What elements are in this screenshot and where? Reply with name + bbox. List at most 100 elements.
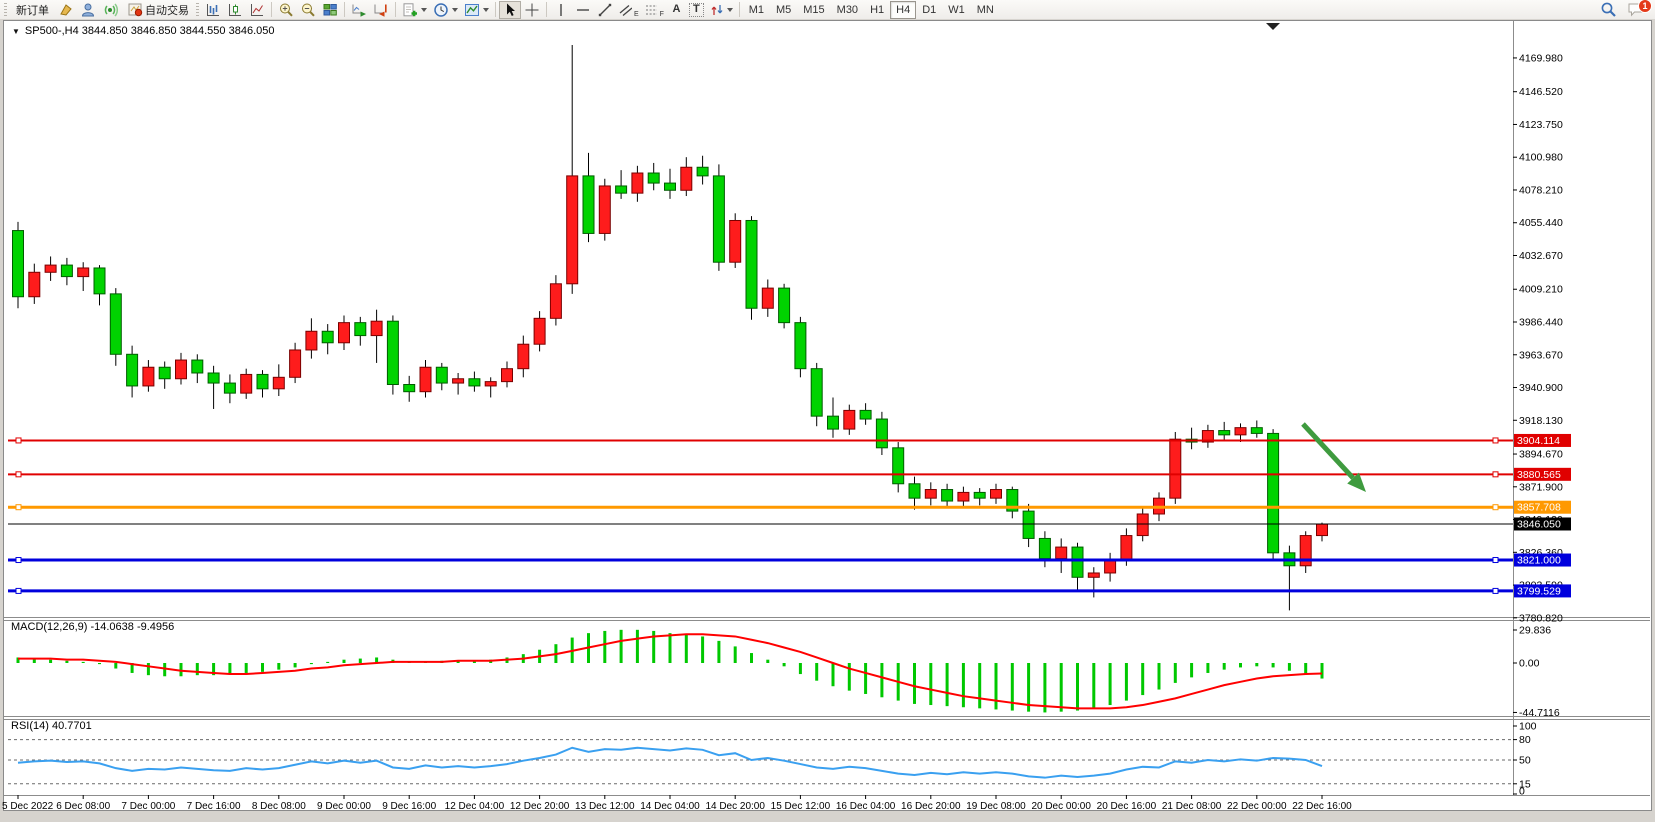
macd-indicator-label: MACD(12,26,9) -14.0638 -9.4956 <box>11 621 174 633</box>
timeframe-button-H1[interactable]: H1 <box>864 1 890 19</box>
search-button[interactable] <box>1597 1 1620 19</box>
chart-canvas[interactable]: 4169.9804146.5204123.7504100.9804078.210… <box>0 0 1655 822</box>
crosshair-tool-button[interactable] <box>521 1 543 19</box>
svg-text:14 Dec 04:00: 14 Dec 04:00 <box>640 801 700 812</box>
chevron-down-icon <box>421 8 427 12</box>
macd-pane: 29.8360.00-44.7116 <box>17 625 1560 719</box>
text-tool[interactable]: A <box>667 1 686 19</box>
horizontal-lines-layer <box>8 438 1513 593</box>
svg-text:4009.210: 4009.210 <box>1519 284 1563 296</box>
zoom-in-icon[interactable] <box>275 1 297 19</box>
bar-chart-icon[interactable] <box>202 1 224 19</box>
timeframe-button-H4[interactable]: H4 <box>890 1 916 19</box>
horizontal-line-tool[interactable] <box>572 1 594 19</box>
channel-icon <box>619 2 632 18</box>
line-chart-icon[interactable] <box>246 1 268 19</box>
chevron-down-icon <box>727 8 733 12</box>
svg-text:3880.565: 3880.565 <box>1517 469 1561 481</box>
cursor-tool-button[interactable] <box>499 1 521 19</box>
toolbar-grip <box>4 3 7 17</box>
chevron-down-icon <box>452 8 458 12</box>
svg-text:7 Dec 00:00: 7 Dec 00:00 <box>121 801 175 812</box>
line-handle[interactable] <box>16 505 21 510</box>
line-handle[interactable] <box>16 438 21 443</box>
svg-text:6 Dec 08:00: 6 Dec 08:00 <box>56 801 110 812</box>
broadcast-icon[interactable] <box>99 1 121 19</box>
svg-text:3846.050: 3846.050 <box>1517 518 1561 530</box>
svg-text:4100.980: 4100.980 <box>1519 152 1563 164</box>
fibonacci-tool[interactable]: F <box>642 1 667 19</box>
collapse-arrow-icon: ▼ <box>12 27 20 36</box>
vertical-line-tool[interactable] <box>550 1 572 19</box>
line-handle[interactable] <box>1493 558 1498 563</box>
svg-text:4146.520: 4146.520 <box>1519 86 1563 98</box>
headset-user-icon[interactable] <box>77 1 99 19</box>
auto-scroll-icon[interactable] <box>348 1 370 19</box>
line-handle[interactable] <box>16 472 21 477</box>
toolbar-grip <box>196 3 199 17</box>
svg-text:19 Dec 08:00: 19 Dec 08:00 <box>966 801 1026 812</box>
line-handle[interactable] <box>1493 588 1498 593</box>
candlestick-chart-icon[interactable] <box>224 1 246 19</box>
new-chart-button[interactable] <box>399 1 430 19</box>
svg-text:50: 50 <box>1519 755 1531 767</box>
toolbar-separator <box>739 2 740 17</box>
chart-shift-icon[interactable] <box>370 1 392 19</box>
chat-button[interactable]: 1 <box>1624 1 1648 19</box>
channel-tool[interactable]: E <box>616 1 642 19</box>
timeframe-button-MN[interactable]: MN <box>971 1 1000 19</box>
svg-text:3871.900: 3871.900 <box>1519 481 1563 493</box>
svg-text:5 Dec 2022: 5 Dec 2022 <box>2 801 54 812</box>
label-tool[interactable]: T <box>686 1 707 19</box>
cursor-icon <box>502 2 518 18</box>
crosshair-icon <box>524 2 540 18</box>
svg-text:4169.980: 4169.980 <box>1519 52 1563 64</box>
timeframe-toolbar: M1M5M15M30H1H4D1W1MN <box>743 1 1000 19</box>
channel-glyph: E <box>634 11 639 18</box>
timeframe-button-W1[interactable]: W1 <box>942 1 971 19</box>
auto-trading-button[interactable]: 自动交易 <box>121 1 195 19</box>
timeframe-button-M5[interactable]: M5 <box>770 1 797 19</box>
arrows-tool[interactable] <box>707 1 736 19</box>
line-handle[interactable] <box>16 588 21 593</box>
chevron-down-icon <box>483 8 489 12</box>
time-axis: 5 Dec 20226 Dec 08:00 7 Dec 00:00 7 Dec 16… <box>2 795 1352 812</box>
svg-text:20 Dec 16:00: 20 Dec 16:00 <box>1097 801 1157 812</box>
rsi-indicator-label: RSI(14) 40.7701 <box>11 720 92 732</box>
svg-text:0: 0 <box>1519 786 1525 798</box>
line-handle[interactable] <box>16 558 21 563</box>
template-button[interactable] <box>461 1 492 19</box>
timeframe-button-M1[interactable]: M1 <box>743 1 770 19</box>
line-handle[interactable] <box>1493 505 1498 510</box>
toolbar-separator <box>495 2 496 17</box>
svg-text:3904.114: 3904.114 <box>1517 435 1560 447</box>
svg-text:3799.529: 3799.529 <box>1517 585 1561 597</box>
chart-title: ▼ SP500-,H4 3844.850 3846.850 3844.550 3… <box>12 25 274 37</box>
svg-text:20 Dec 00:00: 20 Dec 00:00 <box>1031 801 1091 812</box>
tile-windows-icon[interactable] <box>319 1 341 19</box>
svg-text:7 Dec 16:00: 7 Dec 16:00 <box>187 801 241 812</box>
svg-text:3821.000: 3821.000 <box>1517 555 1561 567</box>
svg-text:3894.670: 3894.670 <box>1519 449 1563 461</box>
new-order-button[interactable]: 新订单 <box>10 1 55 19</box>
stamp-icon[interactable] <box>55 1 77 19</box>
periods-button[interactable] <box>430 1 461 19</box>
line-handle[interactable] <box>1493 472 1498 477</box>
arrow-annotation <box>1303 424 1366 492</box>
line-handle[interactable] <box>1493 438 1498 443</box>
zoom-out-icon[interactable] <box>297 1 319 19</box>
svg-text:3918.130: 3918.130 <box>1519 415 1563 427</box>
new-chart-icon <box>402 2 418 18</box>
timeframe-button-M15[interactable]: M15 <box>797 1 830 19</box>
timeframe-button-D1[interactable]: D1 <box>916 1 942 19</box>
svg-text:22 Dec 00:00: 22 Dec 00:00 <box>1227 801 1287 812</box>
svg-text:14 Dec 20:00: 14 Dec 20:00 <box>705 801 765 812</box>
svg-text:16 Dec 20:00: 16 Dec 20:00 <box>901 801 961 812</box>
svg-text:0.00: 0.00 <box>1519 658 1540 670</box>
vertical-line-icon <box>553 2 569 18</box>
trendline-tool[interactable] <box>594 1 616 19</box>
svg-text:100: 100 <box>1519 721 1537 733</box>
toolbar-separator <box>271 2 272 17</box>
notification-badge: 1 <box>1638 0 1652 13</box>
timeframe-button-M30[interactable]: M30 <box>831 1 864 19</box>
